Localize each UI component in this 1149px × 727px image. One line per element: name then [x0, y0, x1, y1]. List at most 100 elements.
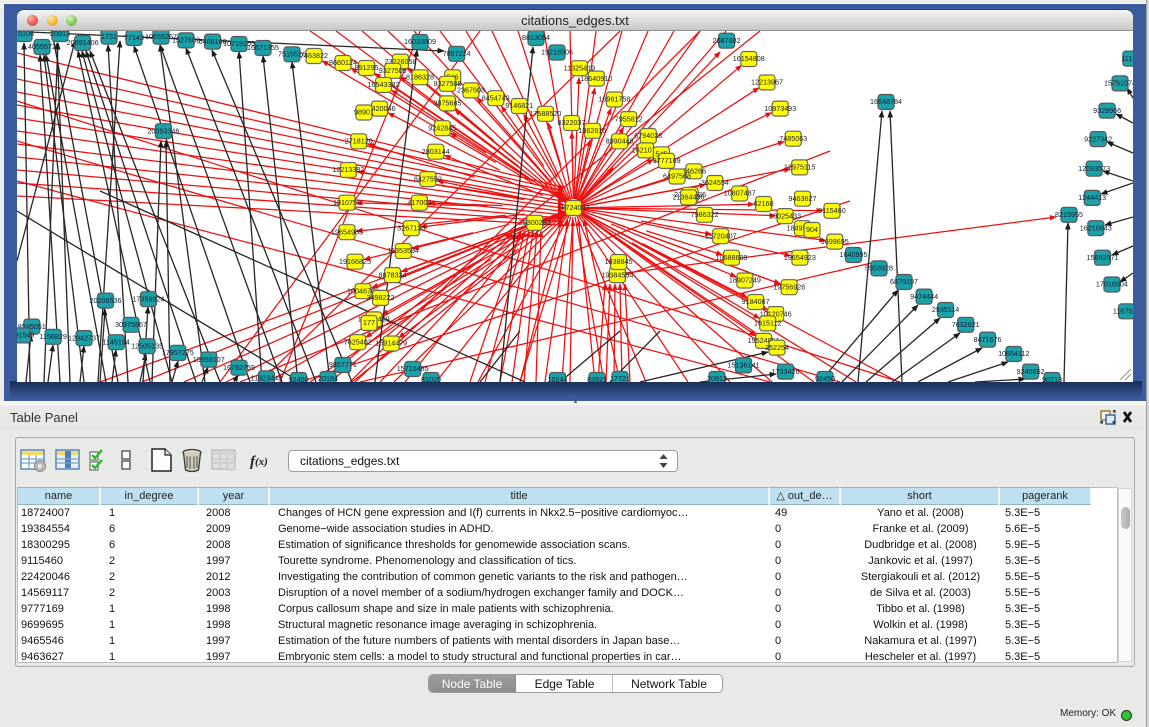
svg-text:9699695: 9699695	[821, 237, 849, 246]
svg-text:18640910: 18640910	[580, 74, 612, 83]
svg-text:2803144: 2803144	[422, 147, 450, 156]
svg-text:904: 904	[806, 225, 818, 234]
svg-text:3267130: 3267130	[397, 223, 425, 232]
svg-text:21364436: 21364436	[673, 193, 705, 202]
svg-text:2718120: 2718120	[345, 137, 373, 146]
svg-text:19654985: 19654985	[331, 227, 363, 236]
svg-text:7463822: 7463822	[300, 51, 328, 60]
svg-text:3875685: 3875685	[434, 99, 462, 108]
svg-text:7857224: 7857224	[443, 49, 471, 58]
svg-text:9227342: 9227342	[1084, 134, 1112, 143]
svg-text:1527602: 1527602	[172, 36, 200, 45]
svg-text:16210643: 16210643	[1080, 223, 1112, 232]
svg-text:7986322: 7986322	[691, 210, 719, 219]
svg-text:16671355: 16671355	[247, 43, 279, 52]
svg-text:17016504: 17016504	[1096, 280, 1128, 289]
svg-text:6879197: 6879197	[890, 277, 918, 286]
svg-text:92450: 92450	[815, 374, 835, 382]
svg-text:12213382: 12213382	[332, 165, 364, 174]
svg-text:25300293: 25300293	[519, 218, 551, 227]
svg-text:18907249: 18907249	[729, 276, 761, 285]
svg-text:1362615: 1362615	[578, 126, 606, 135]
svg-text:5953928: 5953928	[865, 264, 893, 273]
svg-text:177: 177	[363, 318, 375, 327]
svg-text:12975115: 12975115	[784, 163, 815, 172]
svg-text:9329966: 9329966	[1093, 106, 1121, 115]
svg-text:12213967: 12213967	[751, 78, 783, 87]
svg-text:9474444: 9474444	[910, 292, 938, 301]
svg-text:15751074: 15751074	[1104, 79, 1133, 88]
svg-text:3624554: 3624554	[701, 178, 729, 187]
svg-text:6794028: 6794028	[634, 131, 662, 140]
svg-text:17588520: 17588520	[529, 109, 561, 118]
svg-text:8813054: 8813054	[522, 33, 550, 42]
svg-text:17721: 17721	[610, 374, 630, 382]
svg-text:20184: 20184	[318, 374, 338, 382]
svg-text:7625402: 7625402	[344, 337, 372, 346]
svg-text:(x): (x)	[255, 456, 268, 468]
svg-text:12942737: 12942737	[68, 333, 100, 342]
svg-text:9327509: 9327509	[379, 66, 407, 75]
svg-text:9463627: 9463627	[789, 194, 817, 203]
svg-text:10244: 10244	[548, 375, 568, 382]
svg-text:9245652: 9245652	[1017, 367, 1045, 376]
svg-text:4055572: 4055572	[28, 42, 56, 51]
svg-text:1145194: 1145194	[102, 337, 129, 346]
svg-text:16961758: 16961758	[598, 95, 630, 104]
svg-text:19654923: 19654923	[784, 253, 816, 262]
svg-text:391549: 391549	[17, 331, 34, 340]
svg-text:1244413: 1244413	[1078, 193, 1106, 202]
svg-text:9777169: 9777169	[653, 156, 681, 165]
svg-text:16543382: 16543382	[368, 80, 400, 89]
svg-text:10025433: 10025433	[769, 211, 801, 220]
svg-text:20691406: 20691406	[67, 38, 99, 47]
svg-text:16154808: 16154808	[733, 54, 765, 63]
svg-text:10688609: 10688609	[716, 253, 748, 262]
svg-text:9857771: 9857771	[329, 360, 357, 369]
svg-text:12093573: 12093573	[1078, 164, 1110, 173]
svg-text:16914479: 16914479	[375, 339, 407, 348]
svg-text:8660124: 8660124	[329, 58, 357, 67]
svg-text:1910755: 1910755	[333, 198, 361, 207]
svg-text:891295: 891295	[355, 63, 379, 72]
svg-text:11171: 11171	[1121, 54, 1133, 63]
svg-text:1938845: 1938845	[605, 257, 633, 266]
svg-text:15692971: 15692971	[1087, 253, 1119, 262]
svg-text:9184067: 9184067	[742, 297, 770, 306]
svg-text:20206536: 20206536	[90, 296, 122, 305]
svg-text:10958107: 10958107	[193, 355, 225, 364]
svg-text:17957275: 17957275	[162, 348, 194, 357]
svg-text:18724007: 18724007	[558, 203, 590, 212]
svg-text:1640995: 1640995	[840, 250, 868, 259]
svg-text:10807487: 10807487	[724, 189, 756, 198]
svg-text:8878334: 8878334	[379, 270, 407, 279]
svg-text:20912: 20912	[707, 374, 727, 382]
svg-text:252254: 252254	[765, 343, 789, 352]
svg-text:92450: 92450	[289, 375, 309, 382]
svg-text:30975867: 30975867	[115, 320, 147, 329]
svg-text:83921: 83921	[587, 375, 607, 382]
svg-text:20053346: 20053346	[147, 126, 179, 135]
svg-text:62160: 62160	[754, 199, 774, 208]
svg-text:8990448: 8990448	[606, 137, 634, 146]
svg-text:3498222: 3498222	[367, 293, 395, 302]
svg-text:20913: 20913	[50, 31, 70, 38]
svg-text:7632621: 7632621	[952, 320, 980, 329]
svg-text:7485063: 7485063	[779, 134, 807, 143]
svg-text:1615112: 1615112	[754, 319, 781, 328]
svg-text:81029: 81029	[421, 375, 441, 382]
svg-text:7955812: 7955812	[615, 114, 643, 123]
svg-text:6497568: 6497568	[663, 172, 691, 181]
svg-text:12505135: 12505135	[131, 341, 163, 350]
svg-text:9115460: 9115460	[818, 206, 845, 215]
svg-text:19218506: 19218506	[541, 48, 573, 57]
svg-text:11923448: 11923448	[251, 374, 282, 382]
svg-text:2367608: 2367608	[457, 86, 485, 95]
svg-text:1733426: 1733426	[772, 367, 800, 376]
svg-text:1167533: 1167533	[1113, 307, 1133, 316]
svg-text:10654112: 10654112	[998, 349, 1029, 358]
svg-text:17359924: 17359924	[132, 294, 164, 303]
svg-text:8215955: 8215955	[1055, 210, 1083, 219]
svg-text:1156829: 1156829	[39, 332, 66, 341]
svg-text:19384554: 19384554	[601, 270, 633, 279]
